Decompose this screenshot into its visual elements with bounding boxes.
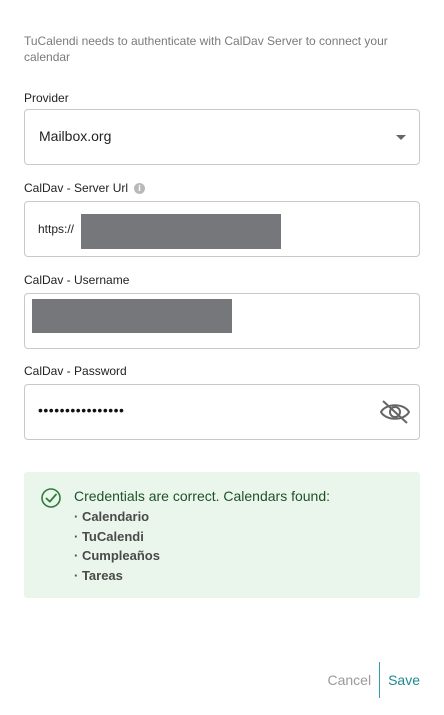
calendar-item: · TuCalendi [74, 528, 144, 544]
provider-label: Provider [24, 91, 69, 105]
password-label-text: CalDav - Password [24, 364, 127, 378]
username-label-text: CalDav - Username [24, 273, 130, 287]
credentials-status-box: Credentials are correct. Calendars found… [24, 472, 420, 598]
calendar-item: · Calendario [74, 509, 150, 524]
provider-selected-value: Mailbox.org [39, 128, 112, 144]
server-url-label: CalDav - Server Url i [24, 181, 146, 195]
server-url-field[interactable]: https:// [24, 201, 420, 257]
username-redacted-value [32, 299, 232, 333]
server-url-label-text: CalDav - Server Url [24, 181, 129, 195]
check-circle-icon [40, 487, 62, 509]
calendar-item: · Tareas [74, 567, 123, 583]
calendar-list: · Calendario · TuCalendi · Cumpleaños · … [74, 507, 160, 585]
password-label: CalDav - Password [24, 364, 127, 378]
button-divider [379, 662, 381, 698]
password-masked-value: •••••••••••••••• [38, 402, 125, 418]
save-button[interactable]: Save [388, 672, 420, 688]
username-field[interactable] [24, 293, 420, 349]
calendar-item: · Cumpleaños [74, 548, 160, 563]
info-icon[interactable]: i [134, 182, 146, 194]
chevron-down-icon [396, 135, 406, 140]
provider-select[interactable]: Mailbox.org [24, 109, 420, 165]
eye-off-icon[interactable] [379, 398, 411, 426]
provider-label-text: Provider [24, 91, 69, 105]
intro-text: TuCalendi needs to authenticate with Cal… [24, 34, 388, 64]
status-message: Credentials are correct. Calendars found… [74, 488, 331, 504]
dialog-actions: Cancel Save [327, 662, 420, 698]
password-field[interactable]: •••••••••••••••• [24, 384, 420, 440]
username-label: CalDav - Username [24, 273, 129, 287]
server-url-prefix: https:// [38, 222, 75, 236]
server-url-redacted-value [81, 214, 281, 249]
cancel-button[interactable]: Cancel [327, 672, 371, 688]
caldav-auth-dialog: TuCalendi needs to authenticate with Cal… [0, 0, 444, 715]
